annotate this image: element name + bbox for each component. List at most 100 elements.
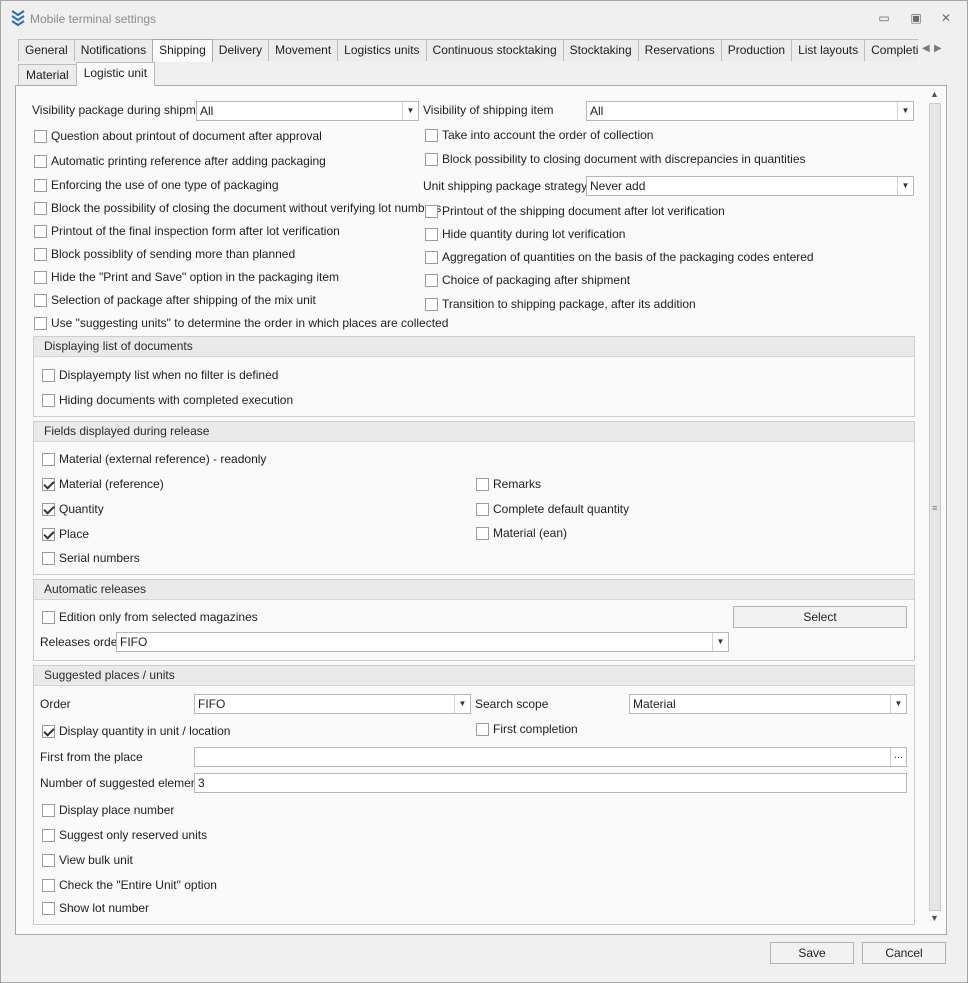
check-view-bulk-unit[interactable]: View bulk unit [42, 852, 133, 868]
check-remarks[interactable]: Remarks [476, 476, 541, 492]
checkbox[interactable] [34, 224, 47, 238]
check-block-close-without-lot[interactable]: Block the possibility of closing the doc… [34, 200, 441, 216]
tab-completion[interactable]: Completion [864, 39, 918, 61]
visibility-package-combo[interactable]: All ▼ [196, 101, 419, 121]
chevron-down-icon[interactable]: ▼ [454, 695, 470, 713]
tab-notifications[interactable]: Notifications [73, 39, 154, 61]
checkbox[interactable] [425, 273, 438, 287]
check-material-external-ref[interactable]: Material (external reference) - readonly [42, 451, 266, 467]
checkbox[interactable] [42, 477, 55, 491]
search-scope-combo[interactable]: Material ▼ [629, 694, 907, 714]
tab-shipping[interactable]: Shipping [152, 39, 213, 62]
check-display-quantity-unit[interactable]: Display quantity in unit / location [42, 723, 230, 739]
checkbox[interactable] [34, 247, 47, 261]
check-display-empty-list[interactable]: Displayempty list when no filter is defi… [42, 367, 278, 383]
scroll-thumb[interactable]: ≡ [929, 103, 941, 911]
check-question-printout[interactable]: Question about printout of document afte… [34, 128, 322, 144]
order-combo[interactable]: FIFO ▼ [194, 694, 471, 714]
checkbox[interactable] [34, 270, 47, 284]
chevron-down-icon[interactable]: ▼ [712, 633, 728, 651]
tab-stocktaking[interactable]: Stocktaking [562, 39, 639, 61]
maximize-icon[interactable]: ▣ [909, 11, 923, 25]
chevron-down-icon[interactable]: ▼ [897, 177, 913, 195]
vertical-scrollbar[interactable]: ▲ ≡ ▼ [927, 87, 943, 929]
checkbox[interactable] [34, 154, 47, 168]
checkbox[interactable] [34, 316, 47, 330]
visibility-item-combo[interactable]: All ▼ [586, 101, 914, 121]
cancel-button[interactable]: Cancel [862, 942, 946, 964]
checkbox[interactable] [42, 527, 55, 541]
checkbox[interactable] [42, 901, 55, 915]
tab-general[interactable]: General [18, 39, 75, 61]
check-first-completion[interactable]: First completion [476, 721, 578, 737]
close-icon[interactable]: ✕ [939, 11, 953, 25]
checkbox[interactable] [476, 477, 489, 491]
check-material-ean[interactable]: Material (ean) [476, 525, 567, 541]
checkbox[interactable] [42, 393, 55, 407]
checkbox[interactable] [425, 152, 438, 166]
checkbox[interactable] [42, 853, 55, 867]
check-printout-shipping-doc[interactable]: Printout of the shipping document after … [425, 203, 725, 219]
check-use-suggesting-units[interactable]: Use "suggesting units" to determine the … [34, 315, 448, 331]
check-aggregation-quantities[interactable]: Aggregation of quantities on the basis o… [425, 249, 814, 265]
tab-scroll-left-icon[interactable]: ◀ [922, 43, 934, 54]
checkbox[interactable] [42, 828, 55, 842]
check-place[interactable]: Place [42, 526, 89, 542]
checkbox[interactable] [476, 502, 489, 516]
scroll-down-icon[interactable]: ▼ [930, 913, 939, 923]
checkbox[interactable] [34, 129, 47, 143]
checkbox[interactable] [425, 250, 438, 264]
check-enforce-one-packaging[interactable]: Enforcing the use of one type of packagi… [34, 177, 279, 193]
checkbox[interactable] [42, 878, 55, 892]
check-hide-quantity-lot[interactable]: Hide quantity during lot verification [425, 226, 625, 242]
minimize-icon[interactable]: ▭ [877, 11, 891, 25]
check-complete-default-qty[interactable]: Complete default quantity [476, 501, 629, 517]
checkbox[interactable] [42, 803, 55, 817]
check-choice-packaging[interactable]: Choice of packaging after shipment [425, 272, 630, 288]
check-hide-print-and-save[interactable]: Hide the "Print and Save" option in the … [34, 269, 339, 285]
checkbox[interactable] [34, 178, 47, 192]
checkbox[interactable] [425, 227, 438, 241]
check-material-reference[interactable]: Material (reference) [42, 476, 164, 492]
chevron-down-icon[interactable]: ▼ [897, 102, 913, 120]
checkbox[interactable] [42, 368, 55, 382]
checkbox[interactable] [34, 201, 47, 215]
checkbox[interactable] [42, 610, 55, 624]
tab-production[interactable]: Production [720, 39, 793, 61]
checkbox[interactable] [42, 452, 55, 466]
check-display-place-number[interactable]: Display place number [42, 802, 174, 818]
checkbox[interactable] [42, 502, 55, 516]
checkbox[interactable] [476, 722, 489, 736]
check-block-close-discrepancies[interactable]: Block possibility to closing document wi… [425, 151, 806, 167]
check-serial-numbers[interactable]: Serial numbers [42, 550, 140, 566]
checkbox[interactable] [425, 297, 438, 311]
subtab-logistic-unit[interactable]: Logistic unit [75, 62, 156, 86]
checkbox[interactable] [425, 204, 438, 218]
scroll-up-icon[interactable]: ▲ [930, 89, 939, 99]
check-selection-package-mix-unit[interactable]: Selection of package after shipping of t… [34, 292, 316, 308]
check-quantity[interactable]: Quantity [42, 501, 104, 517]
check-hiding-completed[interactable]: Hiding documents with completed executio… [42, 392, 293, 408]
subtab-material[interactable]: Material [18, 64, 77, 86]
chevron-down-icon[interactable]: ▼ [890, 695, 906, 713]
check-transition-shipping-package[interactable]: Transition to shipping package, after it… [425, 296, 696, 312]
ellipsis-button[interactable]: ... [890, 748, 906, 766]
check-edition-selected-magazines[interactable]: Edition only from selected magazines [42, 609, 258, 625]
tab-scroll-right-icon[interactable]: ▶ [934, 43, 946, 54]
tab-movement[interactable]: Movement [268, 39, 339, 61]
tab-list-layouts[interactable]: List layouts [791, 39, 866, 61]
releases-order-combo[interactable]: FIFO ▼ [116, 632, 729, 652]
save-button[interactable]: Save [770, 942, 854, 964]
check-block-more-than-planned[interactable]: Block possiblity of sending more than pl… [34, 246, 295, 262]
tab-delivery[interactable]: Delivery [211, 39, 270, 61]
tab-reservations[interactable]: Reservations [637, 39, 722, 61]
check-take-order-collection[interactable]: Take into account the order of collectio… [425, 127, 653, 143]
checkbox[interactable] [34, 293, 47, 307]
check-suggest-reserved-units[interactable]: Suggest only reserved units [42, 827, 207, 843]
checkbox[interactable] [476, 526, 489, 540]
chevron-down-icon[interactable]: ▼ [402, 102, 418, 120]
strategy-combo[interactable]: Never add ▼ [586, 176, 914, 196]
tab-logistics-units[interactable]: Logistics units [337, 39, 427, 61]
select-button[interactable]: Select [733, 606, 907, 628]
check-entire-unit-option[interactable]: Check the "Entire Unit" option [42, 877, 217, 893]
